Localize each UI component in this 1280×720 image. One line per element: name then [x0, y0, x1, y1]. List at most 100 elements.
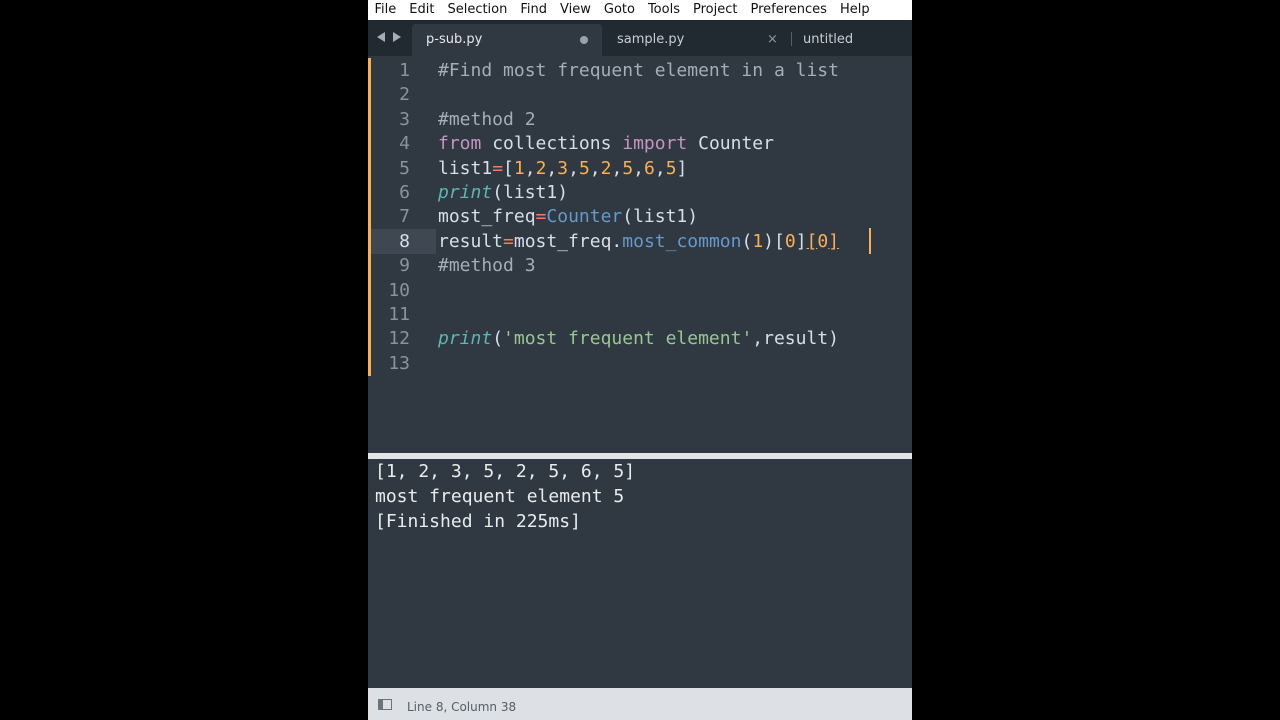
- code-token: (list1): [492, 182, 569, 203]
- code-text: list1=[1,2,3,5,2,5,6,5]: [438, 156, 687, 181]
- menu-help[interactable]: Help: [833, 0, 876, 20]
- code-token: )[: [763, 230, 785, 252]
- code-token: most_common: [622, 230, 742, 252]
- output-line: [1, 2, 3, 5, 2, 5, 6, 5]: [375, 461, 636, 482]
- line-number: 11: [388, 304, 410, 325]
- output-line: most frequent element 5: [375, 486, 625, 507]
- code-token: (: [741, 230, 753, 252]
- code-token: .: [611, 230, 623, 252]
- code-token: #Find most frequent element in a list: [438, 60, 839, 81]
- menu-find[interactable]: Find: [514, 0, 554, 20]
- line-number: 12: [388, 328, 410, 350]
- line-number: 5: [399, 157, 410, 179]
- line-number: 3: [399, 108, 410, 130]
- tab-label: untitled: [803, 32, 854, 47]
- code-token: ]: [795, 230, 807, 252]
- code-line[interactable]: 9 #method 3: [368, 253, 912, 278]
- cursor-position: Line 8, Column 38: [407, 700, 517, 714]
- tab-sample-py[interactable]: sample.py ×: [603, 24, 789, 56]
- code-token: ]: [828, 230, 840, 252]
- arrow-right-icon[interactable]: [393, 32, 401, 42]
- code-token: #method 2: [438, 108, 536, 130]
- menu-tools[interactable]: Tools: [641, 0, 686, 20]
- code-text: print('most frequent element',result): [438, 326, 839, 351]
- code-token: print: [438, 182, 493, 203]
- code-token: 5: [578, 157, 590, 179]
- code-token: ,: [654, 157, 666, 179]
- code-token: =: [492, 157, 504, 179]
- editor-window: File Edit Selection Find View Goto Tools…: [368, 0, 912, 720]
- menu-selection[interactable]: Selection: [441, 0, 514, 20]
- line-number: 6: [399, 182, 410, 203]
- menu-goto[interactable]: Goto: [597, 0, 641, 20]
- code-token: ,: [568, 157, 579, 179]
- code-token: #method 3: [438, 255, 536, 277]
- tab-p-sub-py[interactable]: p-sub.py: [412, 24, 602, 56]
- code-token: list1: [438, 157, 493, 179]
- output-line: [Finished in 225ms]: [375, 511, 581, 532]
- code-line[interactable]: 1 #Find most frequent element in a list: [368, 58, 912, 83]
- line-number: 4: [399, 133, 410, 155]
- code-token: 1: [752, 230, 764, 252]
- code-token: 6: [644, 157, 655, 179]
- code-line[interactable]: 2: [368, 82, 912, 107]
- code-token: (: [492, 328, 504, 350]
- code-token: most_freq: [513, 230, 612, 252]
- code-token: 3: [557, 157, 569, 179]
- code-token: Counter: [687, 133, 774, 155]
- code-token: 0: [784, 230, 796, 252]
- code-token: 2: [535, 157, 547, 179]
- code-token: 1: [513, 157, 525, 179]
- code-line[interactable]: 6 print(list1): [368, 180, 912, 205]
- code-line[interactable]: 8 result=most_freq.most_common(1)[0][0]: [368, 229, 912, 254]
- code-line[interactable]: 13: [368, 351, 912, 376]
- code-token: ,: [611, 157, 623, 179]
- code-line[interactable]: 10: [368, 278, 912, 303]
- code-token: =: [535, 206, 547, 228]
- text-caret: [869, 228, 871, 254]
- tab-label: p-sub.py: [426, 32, 483, 47]
- menu-file[interactable]: File: [368, 0, 403, 20]
- code-token: =: [503, 230, 514, 252]
- code-line[interactable]: 12 print('most frequent element',result): [368, 326, 912, 351]
- code-token: print: [438, 328, 493, 350]
- code-token: [: [503, 157, 514, 179]
- output-panel: [1, 2, 3, 5, 2, 5, 6, 5] most frequent e…: [368, 459, 912, 688]
- code-token: collections: [481, 133, 623, 155]
- code-text: most_freq=Counter(list1): [438, 204, 698, 229]
- code-token: most_freq: [438, 206, 536, 228]
- status-bar: Line 8, Column 38: [368, 688, 912, 720]
- code-line[interactable]: 7 most_freq=Counter(list1): [368, 204, 912, 229]
- menu-project[interactable]: Project: [686, 0, 743, 20]
- code-token: ,: [589, 157, 601, 179]
- code-token: 0: [817, 230, 829, 252]
- code-text: #Find most frequent element in a list: [438, 58, 839, 83]
- code-text: #method 2: [438, 107, 536, 132]
- code-text: print(list1): [438, 180, 568, 205]
- code-line[interactable]: 4 from collections import Counter: [368, 131, 912, 156]
- code-token: 'most frequent element': [503, 328, 753, 350]
- code-line[interactable]: 5 list1=[1,2,3,5,2,5,6,5]: [368, 156, 912, 181]
- tab-bar: p-sub.py sample.py × untitled: [368, 20, 912, 56]
- code-line[interactable]: 3 #method 2: [368, 107, 912, 132]
- unsaved-dot-icon[interactable]: [580, 36, 588, 44]
- menu-preferences[interactable]: Preferences: [744, 0, 833, 20]
- code-token: ,: [546, 157, 558, 179]
- code-token: 5: [622, 157, 634, 179]
- line-number: 7: [399, 206, 410, 228]
- tab-untitled[interactable]: untitled: [791, 24, 912, 56]
- menu-bar: File Edit Selection Find View Goto Tools…: [368, 0, 912, 20]
- code-line[interactable]: 11: [368, 302, 912, 327]
- code-token: ,result): [752, 328, 839, 350]
- code-token: result: [438, 230, 504, 252]
- line-number: 1: [399, 60, 410, 81]
- menu-view[interactable]: View: [554, 0, 598, 20]
- panel-toggle-icon[interactable]: [378, 699, 392, 710]
- code-token: import: [622, 133, 688, 155]
- line-number: 2: [399, 84, 410, 106]
- code-editor[interactable]: 1 #Find most frequent element in a list 2 3…: [368, 56, 912, 453]
- close-icon[interactable]: ×: [767, 24, 778, 56]
- menu-edit[interactable]: Edit: [403, 0, 441, 20]
- arrow-left-icon[interactable]: [377, 32, 385, 42]
- code-token: ,: [633, 157, 644, 179]
